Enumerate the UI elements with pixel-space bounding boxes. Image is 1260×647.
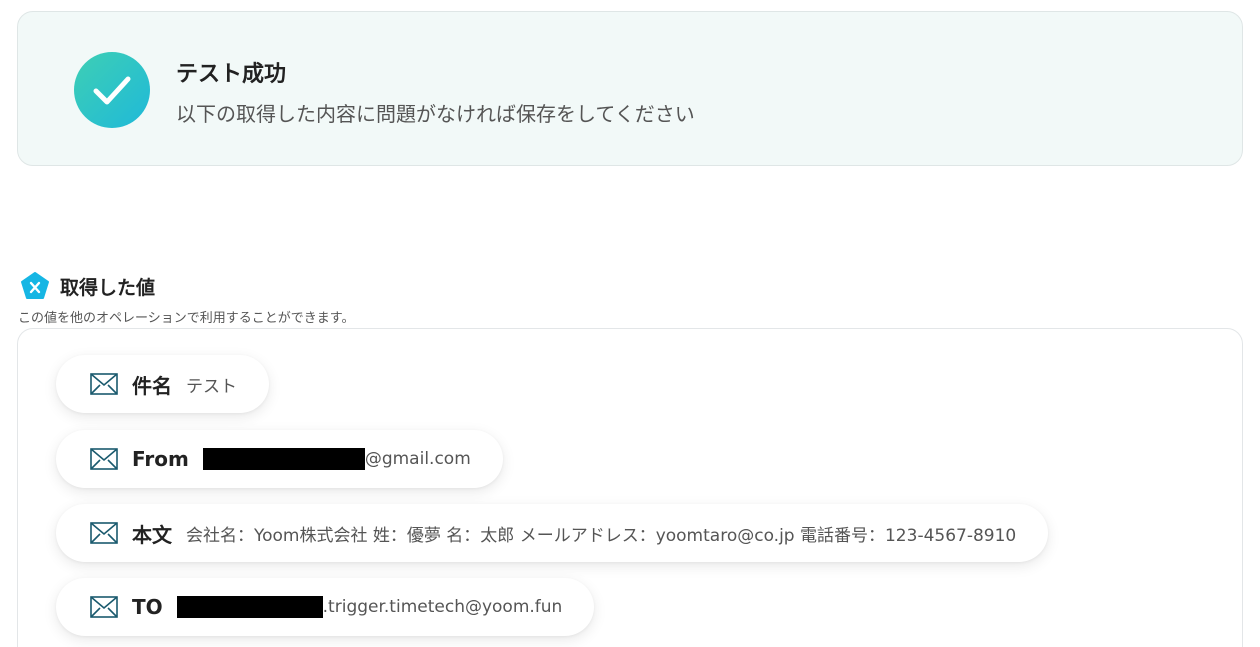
success-title: テスト成功 — [176, 62, 287, 87]
mail-icon — [90, 448, 118, 470]
variable-icon — [21, 272, 49, 299]
pill-value-from: @gmail.com — [364, 449, 471, 469]
pill-key-from: From — [132, 447, 189, 471]
page: テスト成功 以下の取得した内容に問題がなければ保存をしてください 取得した値 こ… — [0, 0, 1260, 647]
redaction-bar — [176, 596, 323, 618]
pill-key-body: 本文 — [132, 522, 172, 547]
value-pill-from[interactable]: From @gmail.com — [56, 430, 503, 488]
pill-key-to: TO — [132, 595, 163, 619]
value-pill-body[interactable]: 本文 会社名：Yoom株式会社 姓：優夢 名：太郎 メールアドレス：yoomta… — [56, 504, 1049, 562]
pill-value-body: 会社名：Yoom株式会社 姓：優夢 名：太郎 メールアドレス：yoomtaro@… — [186, 525, 1017, 546]
mail-icon — [90, 596, 118, 618]
pill-key-subject: 件名 — [132, 373, 172, 398]
redaction-bar — [202, 448, 365, 470]
values-section-title: 取得した値 — [60, 276, 156, 299]
values-section-header: 取得した値 — [20, 271, 155, 301]
values-section-subtitle: この値を他のオペレーションで利用することができます。 — [18, 311, 355, 326]
pill-value-subject: テスト — [186, 376, 237, 397]
success-message: 以下の取得した内容に問題がなければ保存をしてください — [176, 102, 695, 126]
mail-icon — [90, 522, 118, 544]
success-banner: テスト成功 以下の取得した内容に問題がなければ保存をしてください — [17, 11, 1243, 166]
pill-value-to: .trigger.timetech@yoom.fun — [322, 597, 563, 617]
mail-icon — [90, 373, 118, 395]
check-icon — [74, 52, 150, 128]
value-pill-to[interactable]: TO .trigger.timetech@yoom.fun — [56, 578, 595, 636]
value-pill-subject[interactable]: 件名 テスト — [56, 355, 269, 413]
